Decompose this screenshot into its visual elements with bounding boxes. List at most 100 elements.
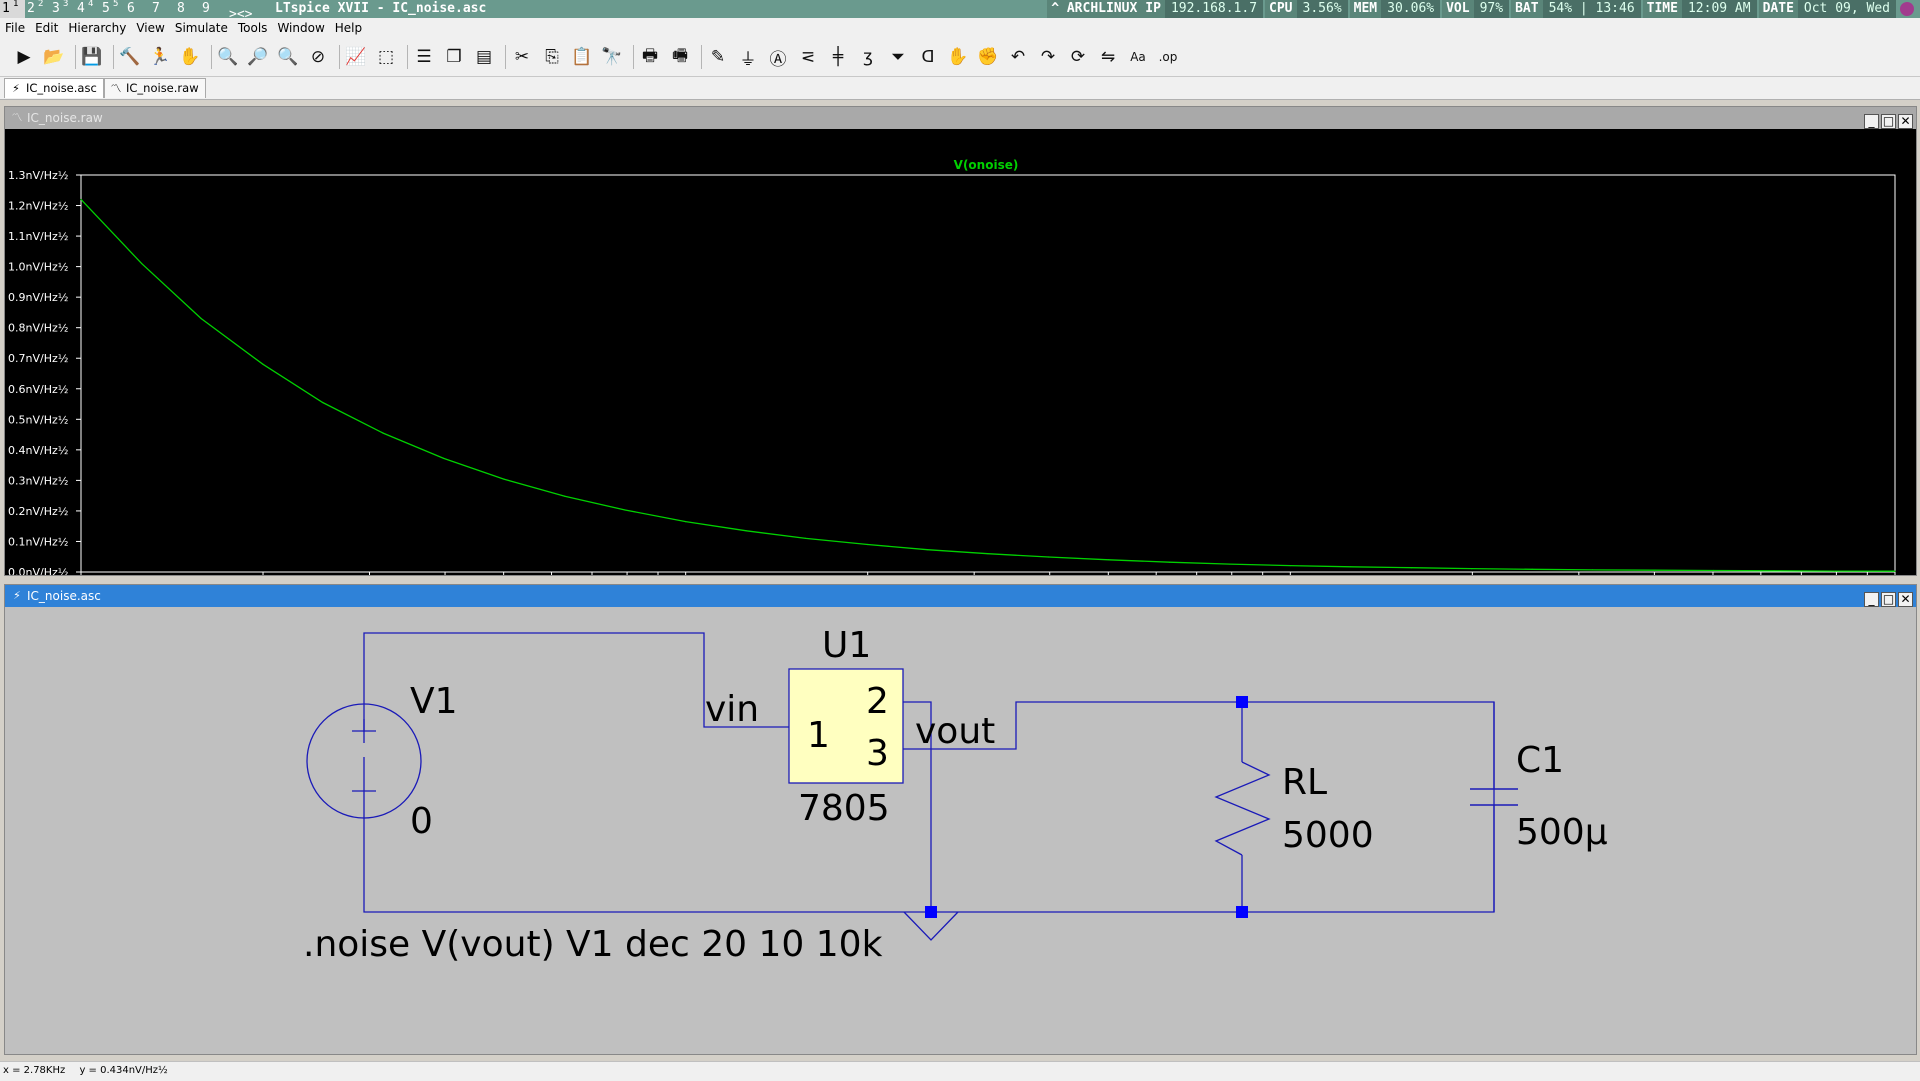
zoom-full-button[interactable]: 🔎 bbox=[246, 45, 270, 69]
y-tick-label[interactable]: 0.2nV/Hz½ bbox=[8, 505, 68, 518]
zoom-out-button[interactable]: 🔍 bbox=[276, 45, 300, 69]
halt-button[interactable]: 🏃 bbox=[148, 45, 172, 69]
junction-dot[interactable] bbox=[1236, 906, 1248, 918]
workspace-2[interactable]: 22 bbox=[25, 0, 50, 18]
print-setup-button[interactable]: 🖷 bbox=[668, 45, 692, 69]
redo-button[interactable]: ↷ bbox=[1036, 45, 1060, 69]
diode-button[interactable]: ⏷ bbox=[886, 45, 910, 69]
v1-value-label[interactable]: 0 bbox=[410, 801, 433, 842]
workspace-3[interactable]: 33 bbox=[50, 0, 75, 18]
ground-button[interactable]: ⏚ bbox=[736, 45, 760, 70]
inductor-button[interactable]: ʒ bbox=[856, 45, 880, 69]
minimize-button[interactable]: _ bbox=[1864, 592, 1879, 607]
run-button[interactable]: ▶ bbox=[12, 45, 36, 69]
launcher-icon[interactable] bbox=[1900, 1, 1914, 16]
v1-name-label[interactable]: V1 bbox=[410, 681, 458, 722]
net-label-vout[interactable]: vout bbox=[915, 711, 995, 752]
open-folder-button[interactable]: 📂 bbox=[42, 45, 66, 69]
u1-value-label[interactable]: 7805 bbox=[798, 788, 890, 829]
schematic-canvas[interactable]: V1 0 U1 7805 1 2 3 vin vout RL 5000 C1 5… bbox=[5, 607, 1916, 1054]
c1-value-label[interactable]: 500µ bbox=[1516, 812, 1608, 853]
y-tick-label[interactable]: 0.8nV/Hz½ bbox=[8, 322, 68, 335]
waveform-window-titlebar[interactable]: 〽 IC_noise.raw _ □ ✕ bbox=[5, 107, 1916, 129]
y-tick-label[interactable]: 1.2nV/Hz½ bbox=[8, 200, 68, 213]
pan-hand-button[interactable]: ✋ bbox=[178, 45, 202, 69]
workspace-6[interactable]: 6 bbox=[125, 0, 150, 18]
menu-hierarchy[interactable]: Hierarchy bbox=[63, 18, 131, 38]
move-button[interactable]: ✋ bbox=[946, 45, 970, 69]
menu-edit[interactable]: Edit bbox=[30, 18, 63, 38]
menu-window[interactable]: Window bbox=[272, 18, 329, 38]
find-button[interactable]: 🔭 bbox=[600, 45, 624, 69]
tab-ic_noise-asc[interactable]: ⚡ IC_noise.asc bbox=[4, 78, 104, 98]
drag-button[interactable]: ✊ bbox=[976, 45, 1000, 69]
y-tick-label[interactable]: 0.1nV/Hz½ bbox=[8, 535, 68, 548]
save-button[interactable]: 💾 bbox=[80, 45, 104, 69]
minimize-button[interactable]: _ bbox=[1864, 114, 1879, 129]
schematic-window-titlebar[interactable]: ⚡ IC_noise.asc _ □ ✕ bbox=[5, 585, 1916, 607]
mirror-button[interactable]: ⇋ bbox=[1096, 45, 1120, 69]
spice-directive-button[interactable]: .op bbox=[1156, 45, 1180, 69]
waveform-plot[interactable]: V(onoise) 0.0nV/Hz½ 0.1nV/Hz½ 0.2nV/Hz½ 0.3… bbox=[5, 129, 1916, 590]
control-panel-button[interactable]: 🔨 bbox=[118, 45, 142, 69]
y-tick-label[interactable]: 0.3nV/Hz½ bbox=[8, 474, 68, 487]
cascade-button[interactable]: ❐ bbox=[442, 45, 466, 69]
close-button[interactable]: ✕ bbox=[1898, 592, 1913, 607]
menu-simulate[interactable]: Simulate bbox=[170, 18, 233, 38]
cut-button[interactable]: ✂ bbox=[510, 45, 534, 69]
tab-ic_noise-raw[interactable]: 〽 IC_noise.raw bbox=[104, 78, 206, 98]
net-label-vin[interactable]: vin bbox=[705, 689, 759, 730]
y-tick-label[interactable]: 0.9nV/Hz½ bbox=[8, 291, 68, 304]
stat-label: BAT bbox=[1511, 0, 1543, 18]
workspace-8[interactable]: 8 bbox=[175, 0, 200, 18]
y-tick-label[interactable]: 0.0nV/Hz½ bbox=[8, 566, 68, 579]
label-net-button[interactable]: Ⓐ bbox=[766, 45, 790, 70]
tile-vertical-button[interactable]: ▤ bbox=[472, 45, 496, 69]
y-tick-label[interactable]: 0.7nV/Hz½ bbox=[8, 352, 68, 365]
junction-dot[interactable] bbox=[925, 906, 937, 918]
y-tick-label[interactable]: 0.5nV/Hz½ bbox=[8, 413, 68, 426]
delete-plot-button[interactable]: ⬚ bbox=[374, 45, 398, 69]
capacitor-button[interactable]: ╪ bbox=[826, 45, 850, 69]
menu-view[interactable]: View bbox=[131, 18, 169, 38]
text-button[interactable]: Aa bbox=[1126, 45, 1150, 69]
workspace-4[interactable]: 44 bbox=[75, 0, 100, 18]
maximize-button[interactable]: □ bbox=[1881, 592, 1896, 607]
workspace-1[interactable]: 11 bbox=[0, 0, 25, 18]
print-button[interactable]: 🖶 bbox=[638, 45, 662, 69]
waveform-icon: 〽 bbox=[11, 111, 23, 124]
menu-help[interactable]: Help bbox=[330, 18, 367, 38]
maximize-button[interactable]: □ bbox=[1881, 114, 1896, 129]
y-tick-label[interactable]: 1.3nV/Hz½ bbox=[8, 169, 68, 182]
zoom-cancel-button[interactable]: ⊘ bbox=[306, 45, 330, 69]
junction-dot[interactable] bbox=[1236, 696, 1248, 708]
component-button[interactable]: ᗡ bbox=[916, 45, 940, 69]
menu-tools[interactable]: Tools bbox=[233, 18, 273, 38]
autorange-button[interactable]: 📈 bbox=[344, 45, 368, 69]
rl-name-label[interactable]: RL bbox=[1282, 762, 1327, 803]
tile-horizontal-button[interactable]: ☰ bbox=[412, 45, 436, 69]
u1-name-label[interactable]: U1 bbox=[822, 625, 871, 666]
rotate-button[interactable]: ⟳ bbox=[1066, 45, 1090, 69]
draw-wire-button[interactable]: ✎ bbox=[706, 45, 730, 69]
spice-directive[interactable]: .noise V(vout) V1 dec 20 10 10k bbox=[303, 924, 883, 965]
workspace-9[interactable]: 9 bbox=[200, 0, 225, 18]
y-tick-label[interactable]: 0.4nV/Hz½ bbox=[8, 444, 68, 457]
workspace-7[interactable]: 7 bbox=[150, 0, 175, 18]
y-tick-label[interactable]: 0.6nV/Hz½ bbox=[8, 383, 68, 396]
copy-button[interactable]: ⎘ bbox=[540, 45, 564, 69]
menu-file[interactable]: File bbox=[0, 18, 30, 38]
zoom-in-button[interactable]: 🔍 bbox=[216, 45, 240, 69]
rl-value-label[interactable]: 5000 bbox=[1282, 815, 1374, 856]
undo-button[interactable]: ↶ bbox=[1006, 45, 1030, 69]
workspace-5[interactable]: 55 bbox=[100, 0, 125, 18]
paste-button[interactable]: 📋 bbox=[570, 45, 594, 69]
y-tick-label[interactable]: 1.1nV/Hz½ bbox=[8, 230, 68, 243]
y-tick-label[interactable]: 1.0nV/Hz½ bbox=[8, 261, 68, 274]
resistor-rl[interactable] bbox=[1214, 761, 1271, 856]
trace-label[interactable]: V(onoise) bbox=[954, 158, 1019, 172]
trace-line[interactable] bbox=[80, 198, 1896, 572]
c1-name-label[interactable]: C1 bbox=[1516, 740, 1564, 781]
close-button[interactable]: ✕ bbox=[1898, 114, 1913, 129]
resistor-button[interactable]: ⋜ bbox=[796, 45, 820, 69]
